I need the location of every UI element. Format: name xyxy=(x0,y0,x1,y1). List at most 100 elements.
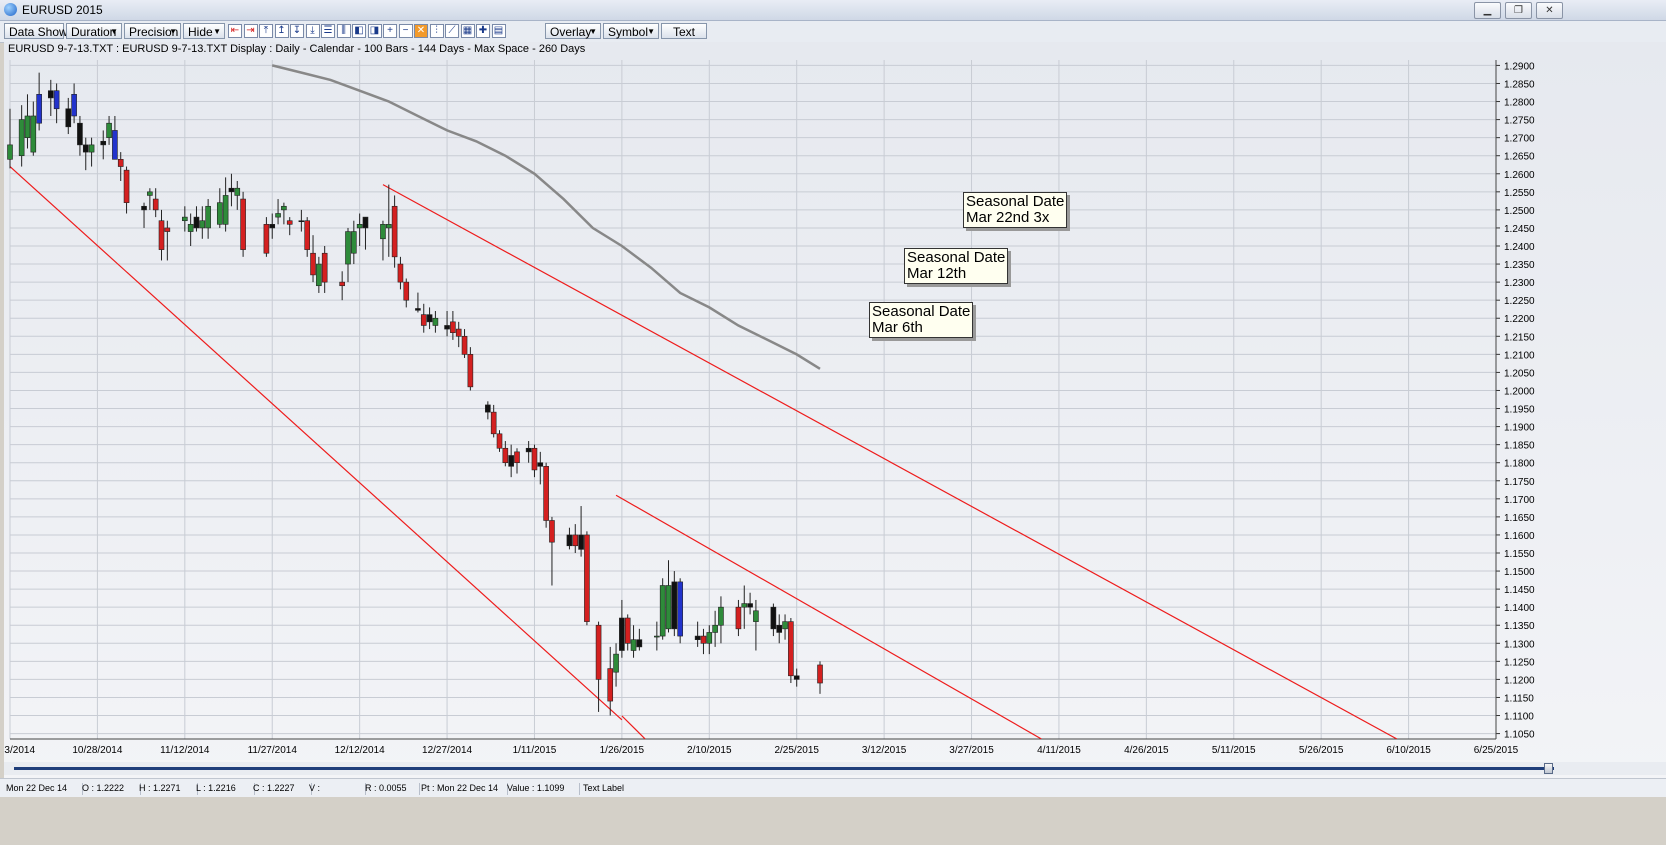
seasonal-note-mar22[interactable]: Seasonal Date Mar 22nd 3x xyxy=(963,192,1068,228)
grid-icon[interactable]: ▦ xyxy=(460,24,475,38)
crosshair-icon[interactable]: ✚ xyxy=(476,24,490,38)
chevron-down-icon: ▼ xyxy=(213,27,221,36)
toolbar: Data Show Duration ▼ Precision ▼ Hide ▼ ⇤ ⇥ ⤒… xyxy=(0,21,1666,43)
candle-body xyxy=(665,585,672,630)
note-line1: Seasonal Date xyxy=(907,249,1006,266)
title-bar: EURUSD 2015 ▁ ❐ ✕ xyxy=(0,0,1666,21)
precision-dropdown[interactable]: Precision ▼ xyxy=(124,23,181,39)
candle-body xyxy=(450,321,456,333)
y-tick-label: 1.1300 xyxy=(1504,639,1535,650)
x-tick-label: 12/27/2014 xyxy=(422,745,472,756)
candle-body xyxy=(234,187,241,196)
candle-body xyxy=(216,202,223,225)
status-text-label: Text Label xyxy=(583,783,625,793)
y-tick-label: 1.1450 xyxy=(1504,585,1535,596)
candle-body xyxy=(351,231,357,254)
scroll-right-icon[interactable]: ⇥ xyxy=(243,24,258,38)
candle-body xyxy=(788,621,794,677)
seasonal-note-mar6[interactable]: Seasonal Date Mar 6th xyxy=(869,302,974,338)
x-tick-label: 12/12/2014 xyxy=(335,745,385,756)
candle-body xyxy=(432,317,439,326)
candle-body xyxy=(380,224,386,240)
x-tick-label: 10/28/2014 xyxy=(72,745,122,756)
status-date: Mon 22 Dec 14 xyxy=(6,783,83,795)
y-tick-label: 1.1800 xyxy=(1504,459,1535,470)
page-last-icon[interactable]: ◨ xyxy=(367,24,382,38)
candle-body xyxy=(36,94,42,124)
candle-body xyxy=(741,603,748,608)
bar-up-icon[interactable]: ↥ xyxy=(274,24,289,38)
scroll-thumb[interactable] xyxy=(1544,763,1553,774)
x-tick-label: 11/12/2014 xyxy=(160,745,210,756)
y-tick-label: 1.2650 xyxy=(1504,152,1535,163)
candle-body xyxy=(53,90,60,110)
y-tick-label: 1.1550 xyxy=(1504,549,1535,560)
lower-channel-ext-line xyxy=(621,715,646,739)
candle-body xyxy=(706,632,713,644)
candle-body xyxy=(345,231,351,265)
symbol-dropdown[interactable]: Symbol ▼ xyxy=(603,23,659,39)
bar-bottom-icon[interactable]: ⤓ xyxy=(305,24,320,38)
status-range: R : 0.0055 xyxy=(365,783,420,795)
chart-panel[interactable]: 1.2900 1.2850 1.2800 1.2750 1.2700 1.2650 1.26… xyxy=(4,42,1666,792)
x-tick-label: 3/12/2015 xyxy=(862,745,907,756)
close-button[interactable]: ✕ xyxy=(1536,2,1563,19)
candle-body xyxy=(298,220,305,223)
zoom-in-icon[interactable]: + xyxy=(383,24,397,38)
candle-body xyxy=(584,534,590,622)
candle-body xyxy=(106,122,112,138)
calculator-icon[interactable]: ▤ xyxy=(491,24,506,38)
y-tick-label: 1.2700 xyxy=(1504,134,1535,145)
price-chart[interactable]: 1.2900 1.2850 1.2800 1.2750 1.2700 1.2650 1.26… xyxy=(4,42,1666,762)
x-tick-label: 4/26/2015 xyxy=(1124,745,1169,756)
bars-icon[interactable]: ⫶ xyxy=(429,24,444,38)
data-show-label: Data Show xyxy=(9,25,68,39)
y-tick-label: 1.1500 xyxy=(1504,567,1535,578)
cancel-icon[interactable]: ✕ xyxy=(414,24,428,38)
candle-body xyxy=(776,624,783,633)
candle-body xyxy=(543,466,549,521)
page-first-icon[interactable]: ◧ xyxy=(352,24,366,38)
zoom-out-icon[interactable]: − xyxy=(398,24,413,38)
hide-dropdown[interactable]: Hide ▼ xyxy=(183,23,225,39)
horizontal-scrollbar[interactable] xyxy=(4,762,1666,775)
symbol-label: Symbol xyxy=(608,25,649,39)
average-curve xyxy=(271,64,821,370)
overlay-dropdown[interactable]: Overlay ▼ xyxy=(545,23,601,39)
candle-body xyxy=(613,653,619,673)
candle-body xyxy=(415,308,421,311)
candle-body xyxy=(18,119,25,157)
candle-body xyxy=(88,144,95,153)
seasonal-note-mar12[interactable]: Seasonal Date Mar 12th xyxy=(904,248,1009,284)
candle-body xyxy=(356,224,363,229)
columns-icon[interactable]: ⫼ xyxy=(336,24,351,38)
y-tick-label: 1.1200 xyxy=(1504,675,1535,686)
y-tick-label: 1.2050 xyxy=(1504,368,1535,379)
candle-body xyxy=(700,635,707,644)
y-tick-label: 1.2200 xyxy=(1504,314,1535,325)
candle-body xyxy=(525,447,532,453)
bar-top-icon[interactable]: ⤒ xyxy=(259,24,273,38)
y-tick-label: 1.2450 xyxy=(1504,224,1535,235)
candle-body xyxy=(281,205,287,211)
candle-body xyxy=(566,534,573,547)
scroll-left-icon[interactable]: ⇤ xyxy=(228,24,242,38)
line-icon[interactable]: ⟋ xyxy=(445,24,459,38)
text-button[interactable]: Text xyxy=(661,23,707,39)
note-line1: Seasonal Date xyxy=(872,303,971,320)
y-tick-label: 1.1950 xyxy=(1504,405,1535,416)
candle-body xyxy=(677,581,683,637)
candle-body xyxy=(747,603,753,608)
y-tick-label: 1.1850 xyxy=(1504,441,1535,452)
lower-channel-line xyxy=(10,166,623,721)
restore-button[interactable]: ❐ xyxy=(1505,2,1532,19)
duration-dropdown[interactable]: Duration ▼ xyxy=(66,23,122,39)
bar-down-icon[interactable]: ↧ xyxy=(290,24,304,38)
x-tick-label: 6/25/2015 xyxy=(1474,745,1519,756)
minimize-button[interactable]: ▁ xyxy=(1474,2,1501,19)
candle-body xyxy=(158,220,165,250)
scroll-track[interactable] xyxy=(14,767,1554,770)
data-show-button[interactable]: Data Show xyxy=(4,23,68,39)
chart-header: EURUSD 9-7-13.TXT : EURUSD 9-7-13.TXT Di… xyxy=(8,43,586,55)
list-icon[interactable]: ☰ xyxy=(321,24,335,38)
